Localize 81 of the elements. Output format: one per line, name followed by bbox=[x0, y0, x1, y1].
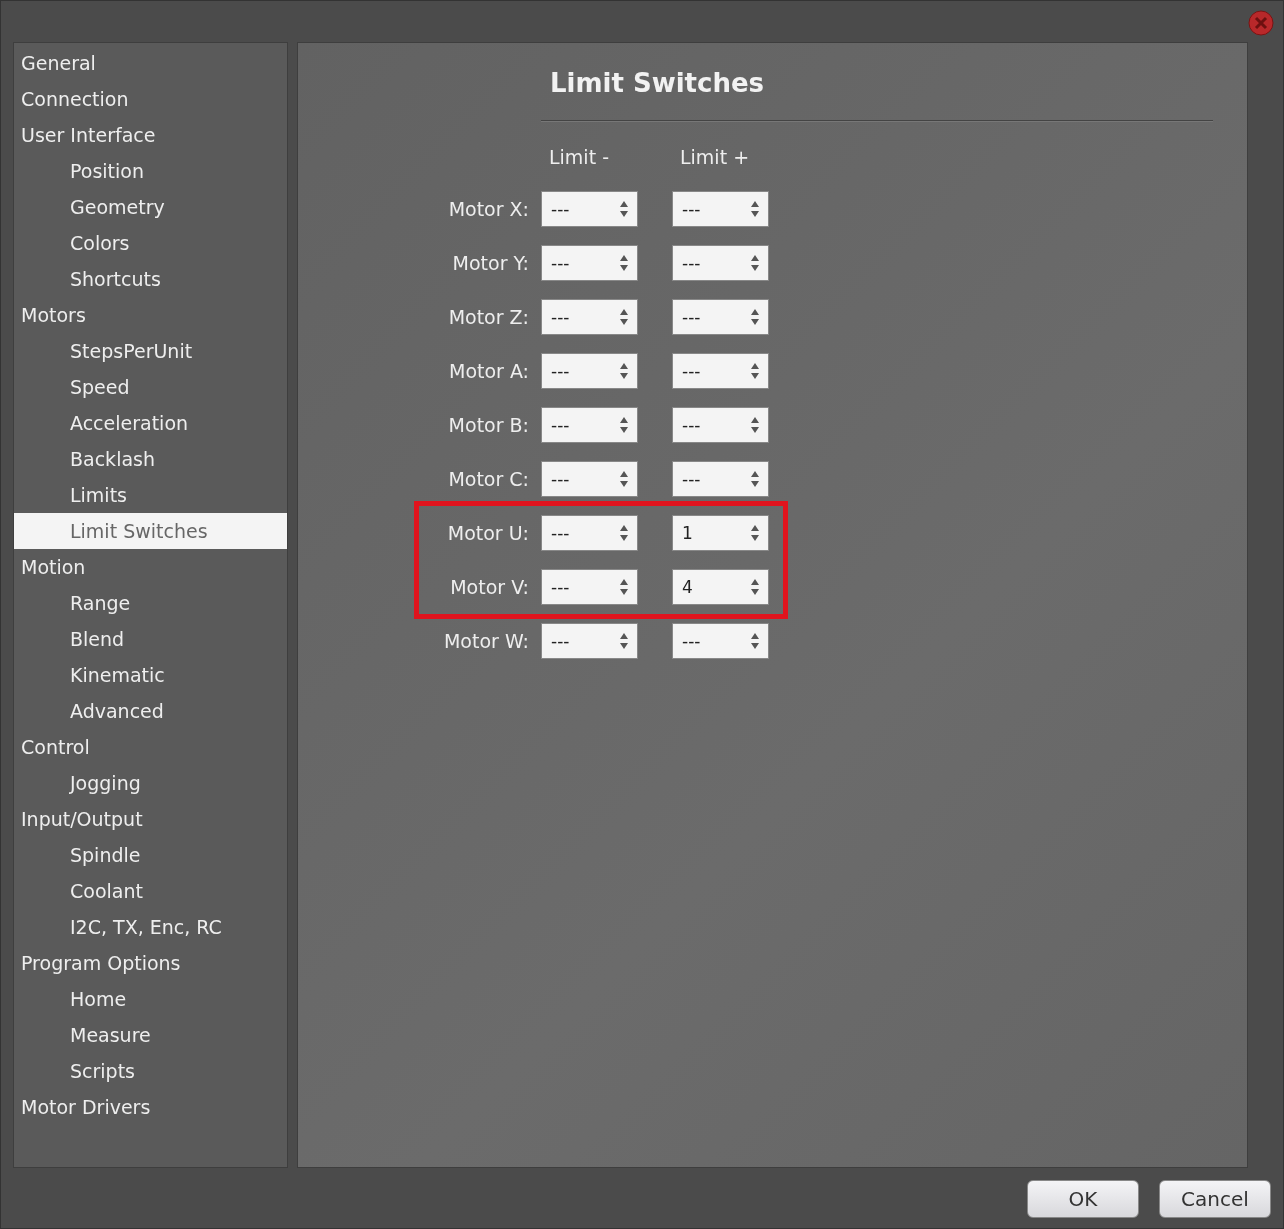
spin-box[interactable]: --- bbox=[672, 461, 769, 497]
spin-box[interactable]: 4 bbox=[672, 569, 769, 605]
spinner-arrows-icon bbox=[750, 308, 760, 326]
spinner-arrows-icon bbox=[619, 200, 629, 218]
sidebar-item[interactable]: Colors bbox=[14, 225, 287, 261]
sidebar-item[interactable]: StepsPerUnit bbox=[14, 333, 287, 369]
spin-box[interactable]: --- bbox=[672, 191, 769, 227]
motor-label: Motor V: bbox=[449, 576, 529, 598]
sidebar-item[interactable]: Coolant bbox=[14, 873, 287, 909]
spinner-arrows-icon bbox=[750, 362, 760, 380]
sidebar-item[interactable]: Motion bbox=[14, 549, 287, 585]
spin-box[interactable]: --- bbox=[672, 245, 769, 281]
sidebar-item[interactable]: Spindle bbox=[14, 837, 287, 873]
sidebar-item[interactable]: General bbox=[14, 45, 287, 81]
spin-box[interactable]: --- bbox=[672, 623, 769, 659]
sidebar-item[interactable]: Measure bbox=[14, 1017, 287, 1053]
spin-box[interactable]: --- bbox=[541, 245, 638, 281]
motor-label: Motor Y: bbox=[451, 252, 529, 274]
spinner-arrows-icon bbox=[619, 632, 629, 650]
spin-box[interactable]: 1 bbox=[672, 515, 769, 551]
spinner-arrows-icon bbox=[750, 470, 760, 488]
sidebar-item[interactable]: Acceleration bbox=[14, 405, 287, 441]
sidebar-item[interactable]: Control bbox=[14, 729, 287, 765]
spin-box[interactable]: --- bbox=[541, 191, 638, 227]
sidebar-item[interactable]: Motor Drivers bbox=[14, 1089, 287, 1125]
sidebar-item[interactable]: Blend bbox=[14, 621, 287, 657]
sidebar-item[interactable]: Home bbox=[14, 981, 287, 1017]
spinner-arrows-icon bbox=[750, 578, 760, 596]
spin-box[interactable]: --- bbox=[672, 299, 769, 335]
column-header: Limit - bbox=[548, 146, 610, 170]
panel-title: Limit Switches bbox=[550, 68, 766, 100]
sidebar-item[interactable]: Shortcuts bbox=[14, 261, 287, 297]
spinner-arrows-icon bbox=[750, 200, 760, 218]
spin-box[interactable]: --- bbox=[541, 353, 638, 389]
spinner-arrows-icon bbox=[619, 416, 629, 434]
column-header: Limit + bbox=[679, 146, 751, 170]
sidebar-item[interactable]: Position bbox=[14, 153, 287, 189]
spinner-arrows-icon bbox=[619, 362, 629, 380]
motor-label: Motor B: bbox=[447, 414, 529, 436]
spin-box[interactable]: --- bbox=[541, 623, 638, 659]
motor-label: Motor X: bbox=[447, 198, 529, 220]
sidebar-item[interactable]: Range bbox=[14, 585, 287, 621]
sidebar-item[interactable]: Advanced bbox=[14, 693, 287, 729]
sidebar-item[interactable]: User Interface bbox=[14, 117, 287, 153]
sidebar-item[interactable]: Backlash bbox=[14, 441, 287, 477]
motor-label: Motor C: bbox=[447, 468, 529, 490]
sidebar-item[interactable]: Speed bbox=[14, 369, 287, 405]
spinner-arrows-icon bbox=[750, 524, 760, 542]
spin-box[interactable]: --- bbox=[541, 299, 638, 335]
motor-label: Motor W: bbox=[442, 630, 529, 652]
spin-box[interactable]: --- bbox=[672, 353, 769, 389]
sidebar-item[interactable]: Connection bbox=[14, 81, 287, 117]
cancel-button[interactable]: Cancel bbox=[1159, 1180, 1271, 1218]
spinner-arrows-icon bbox=[619, 578, 629, 596]
close-icon[interactable] bbox=[1247, 9, 1275, 37]
ok-button[interactable]: OK bbox=[1027, 1180, 1139, 1218]
spinner-arrows-icon bbox=[619, 254, 629, 272]
sidebar-item[interactable]: Scripts bbox=[14, 1053, 287, 1089]
spinner-arrows-icon bbox=[750, 632, 760, 650]
spin-box[interactable]: --- bbox=[541, 569, 638, 605]
spin-box[interactable]: --- bbox=[541, 461, 638, 497]
sidebar-item[interactable]: I2C, TX, Enc, RC bbox=[14, 909, 287, 945]
sidebar-item[interactable]: Motors bbox=[14, 297, 287, 333]
spinner-arrows-icon bbox=[619, 524, 629, 542]
spinner-arrows-icon bbox=[619, 308, 629, 326]
spinner-arrows-icon bbox=[619, 470, 629, 488]
sidebar-item[interactable]: Kinematic bbox=[14, 657, 287, 693]
spinner-arrows-icon bbox=[750, 416, 760, 434]
spin-box[interactable]: --- bbox=[672, 407, 769, 443]
motor-label: Motor U: bbox=[446, 522, 529, 544]
sidebar-item[interactable]: Input/Output bbox=[14, 801, 287, 837]
motor-label: Motor A: bbox=[448, 360, 529, 382]
motor-label: Motor Z: bbox=[447, 306, 529, 328]
sidebar-item[interactable]: Program Options bbox=[14, 945, 287, 981]
sidebar-item[interactable]: Limits bbox=[14, 477, 287, 513]
spinner-arrows-icon bbox=[750, 254, 760, 272]
sidebar-item[interactable]: Limit Switches bbox=[14, 513, 287, 549]
sidebar-item[interactable]: Jogging bbox=[14, 765, 287, 801]
spin-box[interactable]: --- bbox=[541, 407, 638, 443]
sidebar-item[interactable]: Geometry bbox=[14, 189, 287, 225]
spin-box[interactable]: --- bbox=[541, 515, 638, 551]
